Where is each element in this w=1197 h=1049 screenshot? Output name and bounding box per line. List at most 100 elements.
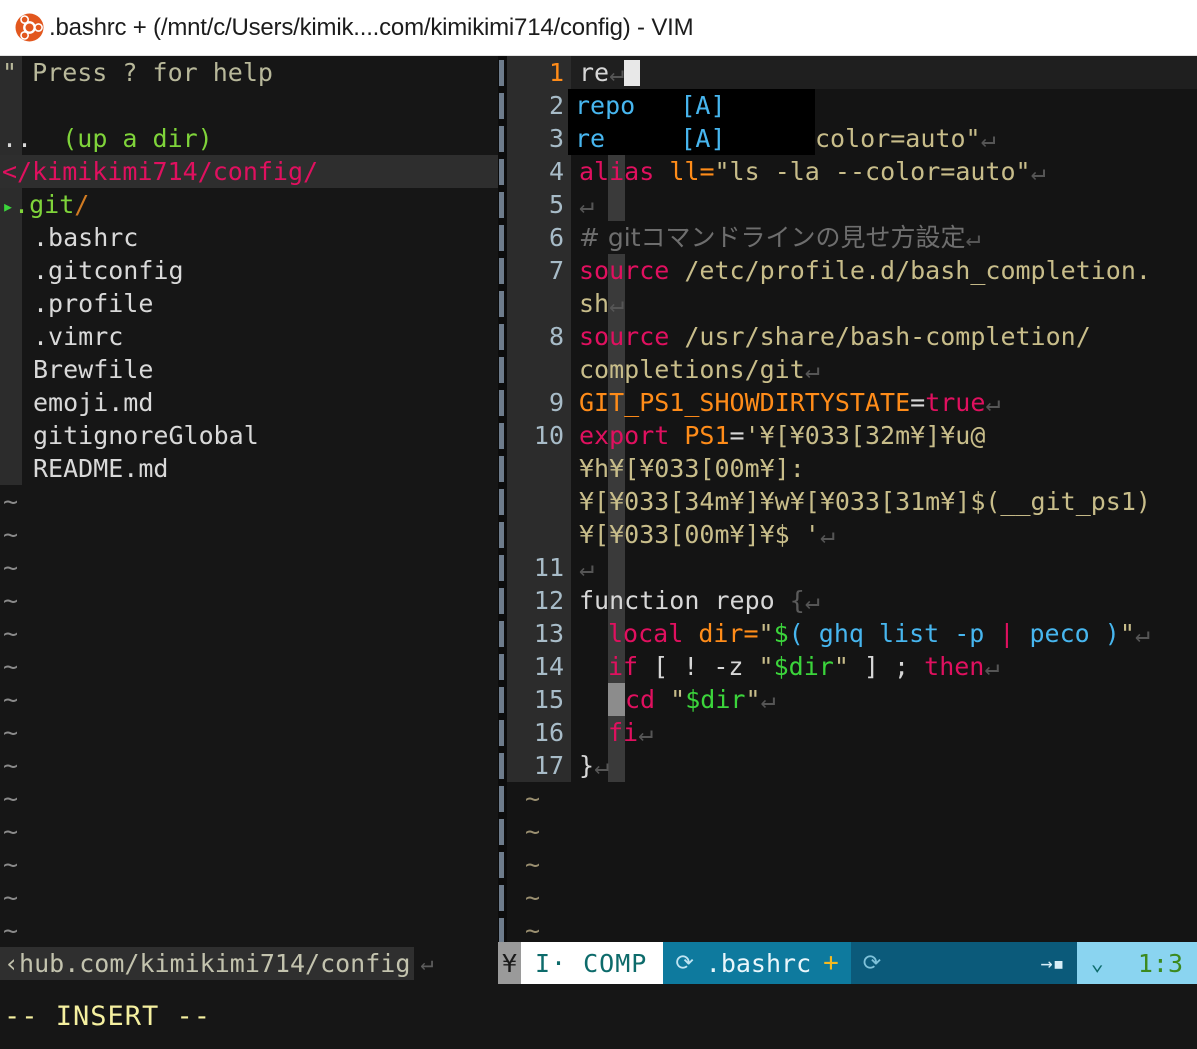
code-line-wrap[interactable]: · sh↵ xyxy=(507,287,1197,320)
code-line[interactable]: 5 ↵ xyxy=(507,188,1197,221)
nerdtree-file-item[interactable]: gitignoreGlobal xyxy=(0,419,498,452)
line-content[interactable]: # gitコマンドラインの見せ方設定↵ xyxy=(571,221,981,254)
line-content[interactable]: color=auto"↵ xyxy=(807,122,996,155)
line-content[interactable]: fi↵ xyxy=(608,716,653,749)
kw-source: source xyxy=(579,256,670,285)
eol-marker: ↵ xyxy=(804,355,820,384)
code-line[interactable]: 13 local dir="$( ghq list -p | peco )"↵ xyxy=(507,617,1197,650)
nerdtree-file-item[interactable]: emoji.md xyxy=(0,386,498,419)
completion-item[interactable]: re [A] xyxy=(568,122,815,155)
code-line[interactable]: 15 cd "$dir"↵ xyxy=(507,683,1197,716)
tilde-filler-line: ~ xyxy=(3,586,19,615)
line-content-wrap[interactable]: ¥h¥[¥033[00m¥]: xyxy=(571,452,805,485)
subshell-content: ( ghq list -p xyxy=(788,619,1000,648)
code-line[interactable]: 16 fi↵ xyxy=(507,716,1197,749)
indent-guide-highlight xyxy=(608,683,625,716)
status-encoding-glyph: ¥ xyxy=(498,942,521,984)
line-content[interactable]: if [ ! -z "$dir" ] ; then↵ xyxy=(608,650,999,683)
vim-message-line: -- INSERT -- xyxy=(0,984,1197,1049)
line-content[interactable]: cd "$dir"↵ xyxy=(625,683,776,716)
completion-kind: [A] xyxy=(680,124,726,153)
line-number: 14 xyxy=(507,650,571,683)
wrap-text: sh xyxy=(579,289,610,318)
line-content[interactable]: source /etc/profile.d/bash_completion. xyxy=(571,254,1151,287)
line-number: 15 xyxy=(507,683,571,716)
chevron-right-icon[interactable]: ▸ xyxy=(2,194,14,218)
split-separator-dash xyxy=(499,291,504,317)
nerdtree-file-item[interactable]: .profile xyxy=(0,287,498,320)
line-content[interactable]: source /usr/share/bash-completion/ xyxy=(571,320,1091,353)
code-line-wrap[interactable]: · ¥[¥033[34m¥]¥w¥[¥033[31m¥]$(__git_ps1) xyxy=(507,485,1197,518)
nerdtree-spacer-row xyxy=(0,89,498,122)
code-line-wrap[interactable]: · completions/git↵ xyxy=(507,353,1197,386)
split-separator-dash xyxy=(499,852,504,878)
nerdtree-file-item[interactable]: Brewfile xyxy=(0,353,498,386)
line-content-wrap[interactable]: ¥[¥033[00m¥]¥$ '↵ xyxy=(571,518,835,551)
tilde-filler-line: ~ xyxy=(3,850,19,879)
line-content[interactable]: alias ll="ls -la --color=auto"↵ xyxy=(571,155,1046,188)
line-content[interactable]: local dir="$( ghq list -p | peco )"↵ xyxy=(608,617,1150,650)
split-separator-dash xyxy=(499,918,504,942)
line-content-wrap[interactable]: ¥[¥033[34m¥]¥w¥[¥033[31m¥]$(__git_ps1) xyxy=(571,485,1151,518)
line-content[interactable]: ↵ xyxy=(571,551,594,584)
code-line[interactable]: 17 }↵ xyxy=(507,749,1197,782)
nerdtree-root-path-row[interactable]: </kimikimi714/config/ xyxy=(0,155,498,188)
code-line[interactable]: 7 source /etc/profile.d/bash_completion. xyxy=(507,254,1197,287)
editor-pane[interactable]: 1 re↵ 2 3 color=auto"↵ 4 alias ll="ls -l… xyxy=(507,56,1197,942)
code-line[interactable]: 1 re↵ xyxy=(507,56,1197,89)
completion-popup[interactable]: repo [A] re [A] xyxy=(568,89,815,155)
nerdtree-gutter xyxy=(0,254,22,287)
split-separator-dash xyxy=(499,885,504,911)
tilde-filler-line: ~ xyxy=(3,619,19,648)
var-ll: ll xyxy=(669,157,700,186)
code-line[interactable]: 8 source /usr/share/bash-completion/ xyxy=(507,320,1197,353)
split-separator-dash xyxy=(499,60,504,86)
indent-guide xyxy=(608,749,625,782)
code-line[interactable]: 11 ↵ xyxy=(507,551,1197,584)
code-line[interactable]: 12 function repo {↵ xyxy=(507,584,1197,617)
nerdtree-file-item[interactable]: .vimrc xyxy=(0,320,498,353)
nerdtree-file-item[interactable]: .gitconfig xyxy=(0,254,498,287)
nerdtree-pane[interactable]: " Press ? for help .. (up a dir) </kimik… xyxy=(0,56,498,942)
code-line[interactable]: 6 # gitコマンドラインの見せ方設定↵ xyxy=(507,221,1197,254)
indent-guide xyxy=(608,188,625,221)
code-line[interactable]: 4 alias ll="ls -la --color=auto"↵ xyxy=(507,155,1197,188)
nerdtree-dir-git[interactable]: ▸.git/ xyxy=(0,188,89,223)
line-content-wrap[interactable]: completions/git↵ xyxy=(571,353,820,386)
line-content[interactable]: }↵ xyxy=(571,749,609,782)
eol-marker: ↵ xyxy=(980,124,996,153)
brace-open: { xyxy=(789,586,805,615)
kw-source: source xyxy=(579,322,670,351)
tilde-filler-line: ~ xyxy=(525,883,541,912)
code-line[interactable]: 14 if [ ! -z "$dir" ] ; then↵ xyxy=(507,650,1197,683)
line-content[interactable]: function repo {↵ xyxy=(571,584,820,617)
vertical-split-separator xyxy=(498,56,507,942)
line-content[interactable]: re↵ xyxy=(571,56,641,89)
status-mode-segment: I· COMP xyxy=(521,942,664,984)
line-content[interactable]: GIT_PS1_SHOWDIRTYSTATE=true↵ xyxy=(571,386,1000,419)
code-line[interactable]: 9 GIT_PS1_SHOWDIRTYSTATE=true↵ xyxy=(507,386,1197,419)
nerdtree-up-dir-row[interactable]: .. (up a dir) xyxy=(0,122,498,155)
line-number: 4 xyxy=(507,155,571,188)
eol-marker: ↵ xyxy=(804,586,820,615)
line-number: 11 xyxy=(507,551,571,584)
nerdtree-dir-git-row[interactable]: ▸.git/ xyxy=(0,188,498,221)
eol-marker: ↵ xyxy=(579,553,595,582)
code-line-wrap[interactable]: · ¥[¥033[00m¥]¥$ '↵ xyxy=(507,518,1197,551)
completion-item[interactable]: repo [A] xyxy=(568,89,815,122)
status-mode-label: I· xyxy=(535,948,568,978)
line-content[interactable]: ↵ xyxy=(571,188,594,221)
nerdtree-up-dir[interactable]: .. (up a dir) xyxy=(0,122,213,155)
nerdtree-file-item[interactable]: README.md xyxy=(0,452,498,485)
split-separator-dash xyxy=(499,456,504,482)
line-content[interactable]: export PS1='¥[¥033[32m¥]¥u@ xyxy=(571,419,985,452)
tilde-filler-line: ~ xyxy=(3,685,19,714)
line-content-wrap[interactable]: sh↵ xyxy=(571,287,624,320)
nerdtree-file-item[interactable]: .bashrc xyxy=(0,221,498,254)
code-line[interactable]: 10 export PS1='¥[¥033[32m¥]¥u@ xyxy=(507,419,1197,452)
airline-status-line: ¥ I· COMP ⟳ .bashrc + ⟳ →▪ ⌄ 1:3 xyxy=(498,942,1197,984)
nerdtree-file-label: Brewfile xyxy=(33,355,154,384)
split-separator-dash xyxy=(499,687,504,713)
code-line-wrap[interactable]: · ¥h¥[¥033[00m¥]: xyxy=(507,452,1197,485)
tilde-filler-line: ~ xyxy=(3,817,19,846)
